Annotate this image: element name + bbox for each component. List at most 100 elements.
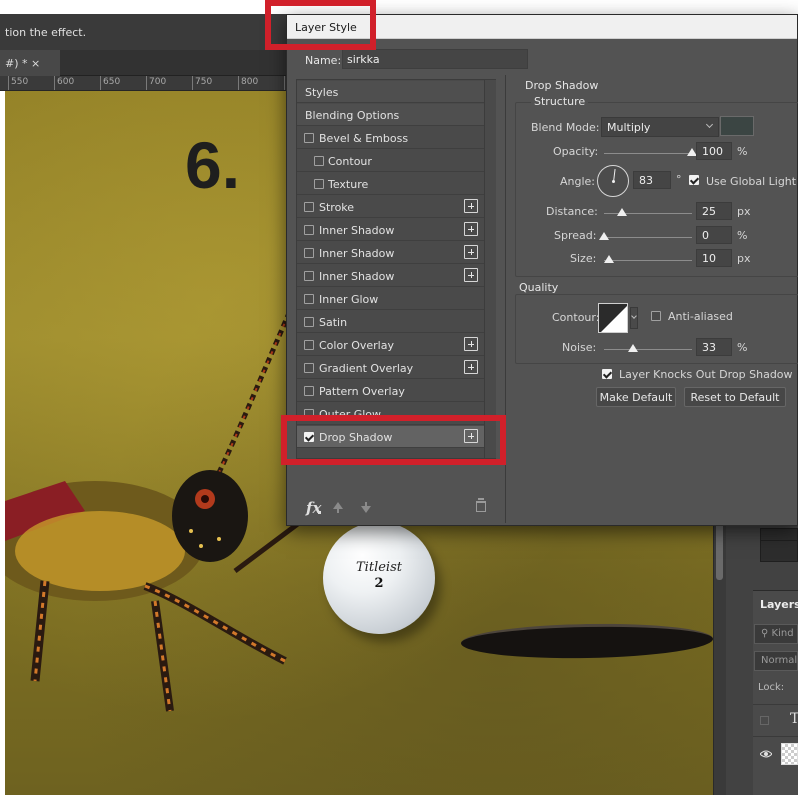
style-checkbox[interactable]: [314, 179, 324, 189]
style-item-gradient-overlay[interactable]: Gradient Overlay: [297, 357, 484, 379]
style-item-inner-glow[interactable]: Inner Glow: [297, 288, 484, 310]
use-global-light-checkbox[interactable]: [689, 175, 699, 185]
antenna: [207, 309, 293, 493]
noise-unit: %: [737, 341, 748, 354]
add-effect-plus-icon[interactable]: [464, 337, 478, 351]
style-item-label: Inner Glow: [319, 293, 379, 306]
add-effect-plus-icon[interactable]: [464, 268, 478, 282]
size-slider-thumb[interactable]: [604, 255, 615, 263]
anti-aliased-label[interactable]: Anti-aliased: [668, 310, 733, 323]
ruler-tick-line: [54, 76, 55, 90]
noise-slider-track[interactable]: [604, 349, 692, 350]
make-default-button[interactable]: Make Default: [596, 387, 676, 407]
degree-symbol: °: [676, 173, 682, 186]
layer-thumbnail[interactable]: [781, 743, 798, 765]
style-item-bevel-emboss[interactable]: Bevel & Emboss: [297, 127, 484, 149]
style-item-styles[interactable]: Styles: [297, 81, 484, 103]
opacity-unit: %: [737, 145, 748, 158]
panel-slot: [760, 540, 798, 562]
arrow-up-icon[interactable]: [333, 502, 343, 513]
style-checkbox[interactable]: [304, 340, 314, 350]
style-item-pattern-overlay[interactable]: Pattern Overlay: [297, 380, 484, 402]
size-label: Size:: [570, 252, 597, 265]
use-global-light-label[interactable]: Use Global Light: [706, 175, 796, 188]
add-effect-plus-icon[interactable]: [464, 222, 478, 236]
document-tab[interactable]: #) * ×: [0, 50, 60, 76]
spread-slider-track[interactable]: [604, 237, 692, 238]
styles-list-scrollbar[interactable]: [484, 80, 496, 458]
style-checkbox[interactable]: [304, 294, 314, 304]
add-effect-plus-icon[interactable]: [464, 199, 478, 213]
style-item-inner-shadow[interactable]: Inner Shadow: [297, 219, 484, 241]
size-unit: px: [737, 252, 751, 265]
ruler-tick-line: [8, 76, 9, 90]
name-field[interactable]: sirkka: [342, 49, 528, 69]
style-item-stroke[interactable]: Stroke: [297, 196, 484, 218]
ruler-tick-line: [192, 76, 193, 90]
style-item-label: Color Overlay: [319, 339, 394, 352]
scrollbar-thumb[interactable]: [716, 520, 723, 580]
options-bar: tion the effect.: [0, 14, 286, 50]
opacity-slider-track[interactable]: [604, 153, 692, 154]
angle-dial[interactable]: [597, 165, 629, 197]
style-item-blending-options[interactable]: Blending Options: [297, 104, 484, 126]
eye-icon[interactable]: [760, 750, 772, 758]
distance-slider-thumb[interactable]: [616, 208, 627, 216]
style-item-label: Contour: [328, 155, 372, 168]
noise-input[interactable]: 33: [696, 338, 732, 356]
style-checkbox[interactable]: [304, 225, 314, 235]
style-item-inner-shadow[interactable]: Inner Shadow: [297, 265, 484, 287]
style-checkbox[interactable]: [314, 156, 324, 166]
style-item-label: Gradient Overlay: [319, 362, 414, 375]
fx-menu-dot: [318, 511, 321, 514]
add-effect-plus-icon[interactable]: [464, 245, 478, 259]
style-item-contour[interactable]: Contour: [297, 150, 484, 172]
trash-icon[interactable]: [476, 498, 486, 512]
visibility-toggle[interactable]: [760, 716, 769, 725]
contour-preview[interactable]: [598, 303, 628, 333]
style-item-label: Bevel & Emboss: [319, 132, 409, 145]
knockout-checkbox[interactable]: [602, 369, 612, 379]
layers-search-input[interactable]: ⚲ Kind: [754, 624, 798, 644]
fx-icon[interactable]: fx: [306, 499, 321, 517]
distance-input[interactable]: 25: [696, 202, 732, 220]
layers-blend-mode-select[interactable]: Normal: [754, 651, 798, 671]
highlight-title-annotation: [265, 0, 376, 50]
style-item-color-overlay[interactable]: Color Overlay: [297, 334, 484, 356]
ruler-tick-line: [146, 76, 147, 90]
reset-to-default-button[interactable]: Reset to Default: [684, 387, 786, 407]
ruler-tick-label: 550: [11, 77, 29, 87]
angle-input[interactable]: 83: [633, 171, 671, 189]
style-checkbox[interactable]: [304, 202, 314, 212]
contour-label: Contour:: [552, 311, 600, 324]
noise-slider-thumb[interactable]: [628, 344, 639, 352]
style-checkbox[interactable]: [304, 363, 314, 373]
structure-title: Structure: [531, 95, 589, 108]
style-item-label: Styles: [305, 86, 339, 99]
spread-input[interactable]: 0: [696, 226, 732, 244]
anti-aliased-checkbox[interactable]: [651, 311, 661, 321]
add-effect-plus-icon[interactable]: [464, 360, 478, 374]
spread-slider-thumb[interactable]: [599, 232, 609, 240]
layers-panel-title[interactable]: Layers: [760, 598, 798, 611]
style-item-satin[interactable]: Satin: [297, 311, 484, 333]
size-input[interactable]: 10: [696, 249, 732, 267]
ruler-tick-line: [284, 76, 285, 90]
ruler-tick-label: 750: [195, 77, 213, 87]
size-slider-track[interactable]: [604, 260, 692, 261]
style-checkbox[interactable]: [304, 317, 314, 327]
style-item-inner-shadow[interactable]: Inner Shadow: [297, 242, 484, 264]
style-checkbox[interactable]: [304, 271, 314, 281]
style-checkbox[interactable]: [304, 386, 314, 396]
grasshopper-head: [172, 470, 248, 562]
style-checkbox[interactable]: [304, 133, 314, 143]
shadow-color-swatch[interactable]: [720, 116, 754, 136]
blend-mode-select[interactable]: Multiply: [601, 117, 719, 137]
quality-title: Quality: [516, 281, 562, 294]
opacity-input[interactable]: 100: [696, 142, 732, 160]
style-checkbox[interactable]: [304, 248, 314, 258]
knockout-label[interactable]: Layer Knocks Out Drop Shadow: [619, 368, 793, 381]
arrow-down-icon[interactable]: [361, 502, 371, 513]
style-item-texture[interactable]: Texture: [297, 173, 484, 195]
golf-ball-brand: Titleist: [356, 560, 402, 575]
